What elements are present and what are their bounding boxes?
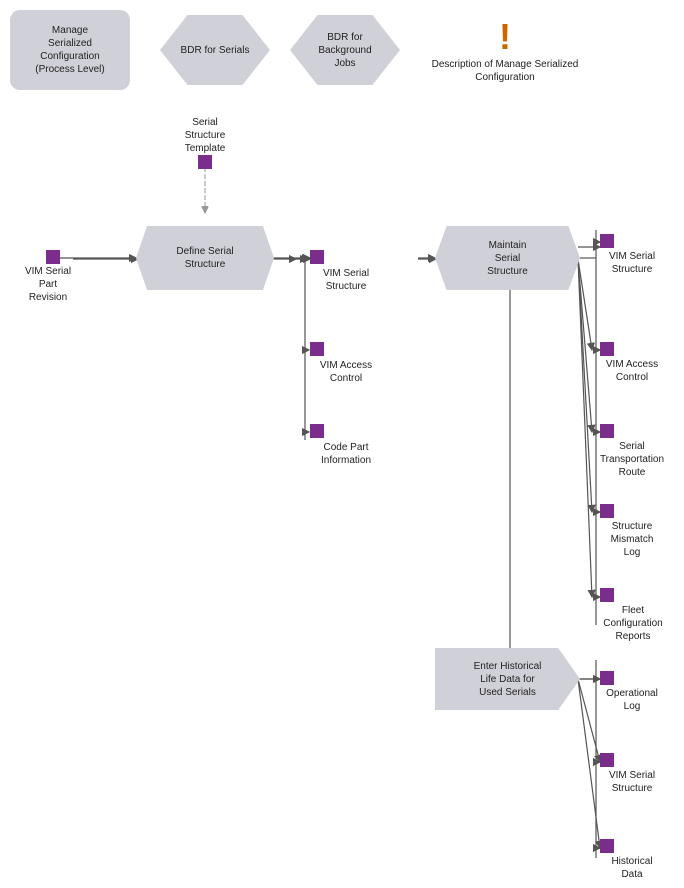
fleet-config-reports-label: Fleet Configuration Reports [585,604,681,643]
enter-historical-node: Enter Historical Life Data for Used Seri… [435,648,580,710]
bdr-background-label: BDR for Background Jobs [318,31,371,70]
vim-serial-struct-1-label: VIM Serial Structure [296,267,396,293]
manage-serialized-label: Manage Serialized Configuration (Process… [35,24,104,76]
vim-access-control-2-label: VIM Access Control [587,358,677,384]
historical-data-icon [600,839,614,853]
define-serial-structure-node: Define Serial Structure [136,226,274,290]
vim-serial-part-rev-icon [46,250,60,264]
serial-template-icon [198,155,212,169]
description-label: Description of Manage Serialized Configu… [430,58,580,84]
code-part-info-label: Code Part Information [296,441,396,467]
vim-serial-struct-2-label: VIM Serial Structure [587,250,677,276]
vim-serial-part-rev-label: VIM Serial Part Revision [3,265,93,304]
bdr-serials-label: BDR for Serials [181,44,250,57]
define-serial-label: Define Serial Structure [176,245,233,271]
maintain-serial-label: Maintain Serial Structure [487,239,528,278]
vim-serial-struct-3-icon [600,753,614,767]
operational-log-label: Operational Log [587,687,677,713]
manage-serialized-node: Manage Serialized Configuration (Process… [10,10,130,90]
serial-template-label: Serial Structure Template [158,116,252,155]
exclaim-icon: ! [499,16,511,58]
description-node: ! Description of Manage Serialized Confi… [430,5,580,95]
structure-mismatch-log-label: Structure Mismatch Log [587,520,677,559]
vim-access-control-2-icon [600,342,614,356]
serial-transportation-route-label: Serial Transportation Route [587,440,677,479]
historical-data-label: Historical Data [587,855,677,881]
serial-transportation-route-icon [600,424,614,438]
maintain-serial-structure-node: Maintain Serial Structure [435,226,580,290]
vim-serial-struct-2-icon [600,234,614,248]
vim-serial-struct-1-icon [310,250,324,264]
fleet-config-reports-icon [600,588,614,602]
vim-access-control-1-label: VIM Access Control [296,359,396,385]
code-part-info-icon [310,424,324,438]
vim-serial-struct-3-label: VIM Serial Structure [587,769,677,795]
structure-mismatch-log-icon [600,504,614,518]
bdr-serials-node: BDR for Serials [160,15,270,85]
vim-access-control-1-icon [310,342,324,356]
operational-log-icon [600,671,614,685]
bdr-background-node: BDR for Background Jobs [290,15,400,85]
diagram: Manage Serialized Configuration (Process… [0,0,684,888]
enter-historical-label: Enter Historical Life Data for Used Seri… [474,660,542,699]
